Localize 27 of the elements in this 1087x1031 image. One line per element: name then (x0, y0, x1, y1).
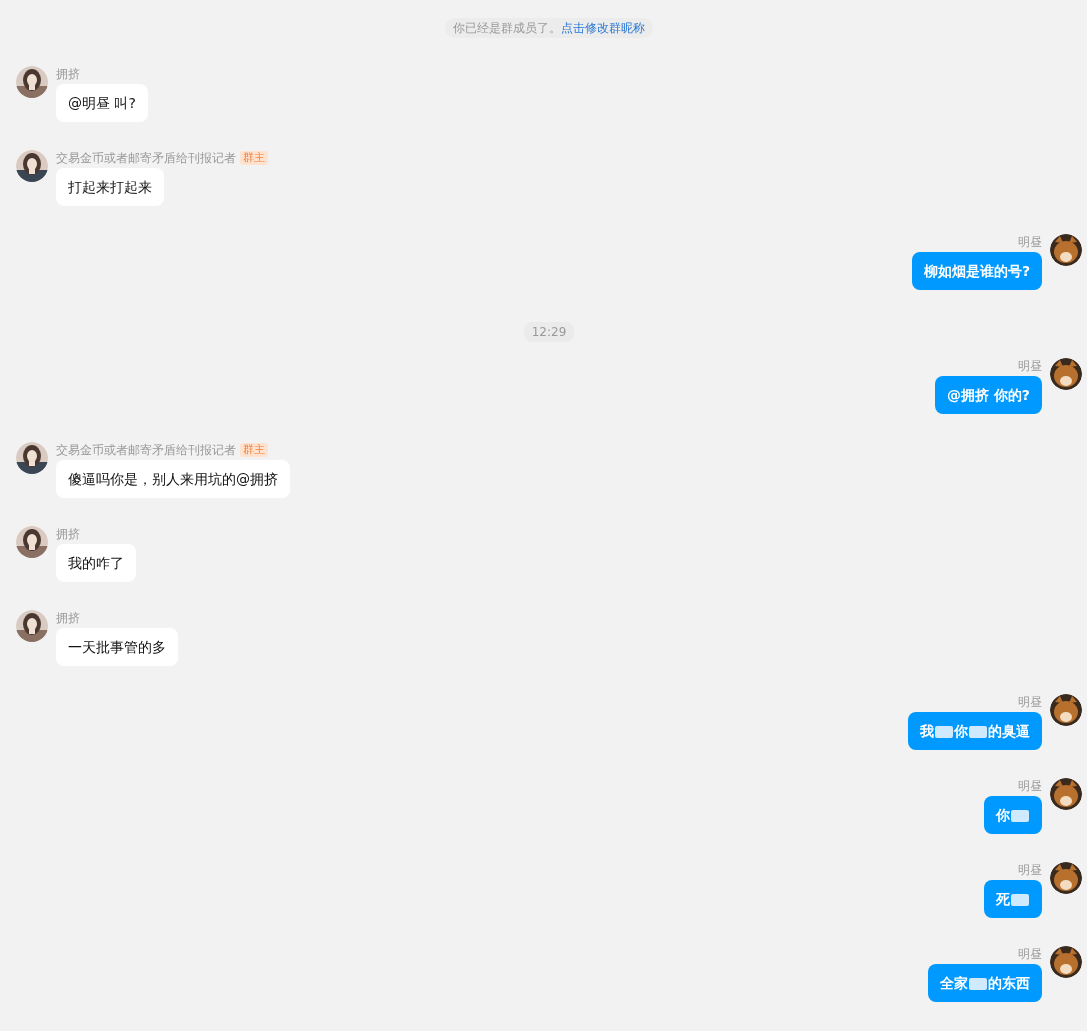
message-bubble: 我 你 的臭逼 (908, 712, 1042, 750)
sender-name: 拥挤 (56, 66, 80, 82)
sender-name: 拥挤 (56, 610, 80, 626)
owner-tag: 群主 (240, 443, 268, 457)
message-bubble: 你 (984, 796, 1042, 834)
rename-link[interactable]: 点击修改群昵称 (561, 21, 645, 35)
sender-name: 明昼 (1018, 946, 1042, 962)
message-bubble: @拥挤 你的? (935, 376, 1042, 414)
message-bubble: @明昼 叫? (56, 84, 148, 122)
sender-name: 交易金币或者邮寄矛盾给刊报记者 (56, 442, 236, 458)
message-bubble: 一天批事管的多 (56, 628, 178, 666)
sender-name: 明昼 (1018, 862, 1042, 878)
timestamp: 12:29 (523, 322, 575, 342)
message-bubble: 全家 的东西 (928, 964, 1042, 1002)
sender-name: 明昼 (1018, 778, 1042, 794)
message-bubble: 我的咋了 (56, 544, 136, 582)
notice-text: 你已经是群成员了。 (453, 21, 561, 35)
sender-name: 明昼 (1018, 694, 1042, 710)
message-bubble: 死 (984, 880, 1042, 918)
message-bubble: 打起来打起来 (56, 168, 164, 206)
sender-name: 明昼 (1018, 234, 1042, 250)
sender-name: 明昼 (1018, 358, 1042, 374)
sender-name: 交易金币或者邮寄矛盾给刊报记者 (56, 150, 236, 166)
message-bubble: 柳如烟是谁的号? (911, 252, 1042, 290)
sender-name: 拥挤 (56, 526, 80, 542)
owner-tag: 群主 (240, 151, 268, 165)
message-bubble: 傻逼吗你是，别人来用坑的@拥挤 (56, 460, 290, 498)
